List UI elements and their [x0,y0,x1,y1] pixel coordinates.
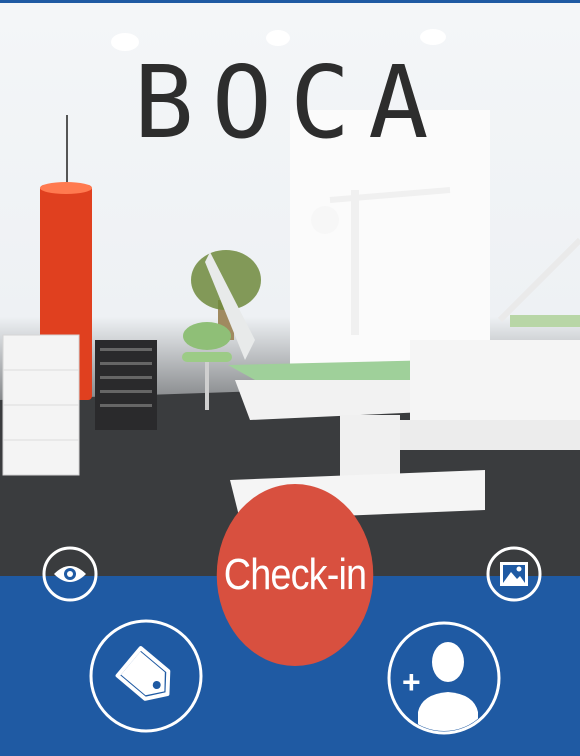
checkin-button[interactable]: Check-in [216,484,374,666]
tag-button[interactable] [88,618,204,734]
price-tag-icon [89,619,203,733]
add-user-icon: + [387,621,501,735]
add-user-button[interactable]: + [386,620,502,736]
top-accent-bar [0,0,580,3]
brand-logo: BOCA [133,44,447,161]
image-icon [486,546,542,602]
view-button[interactable] [42,546,98,602]
eye-icon [42,546,98,602]
gallery-button[interactable] [486,546,542,602]
svg-text:+: + [402,664,421,700]
